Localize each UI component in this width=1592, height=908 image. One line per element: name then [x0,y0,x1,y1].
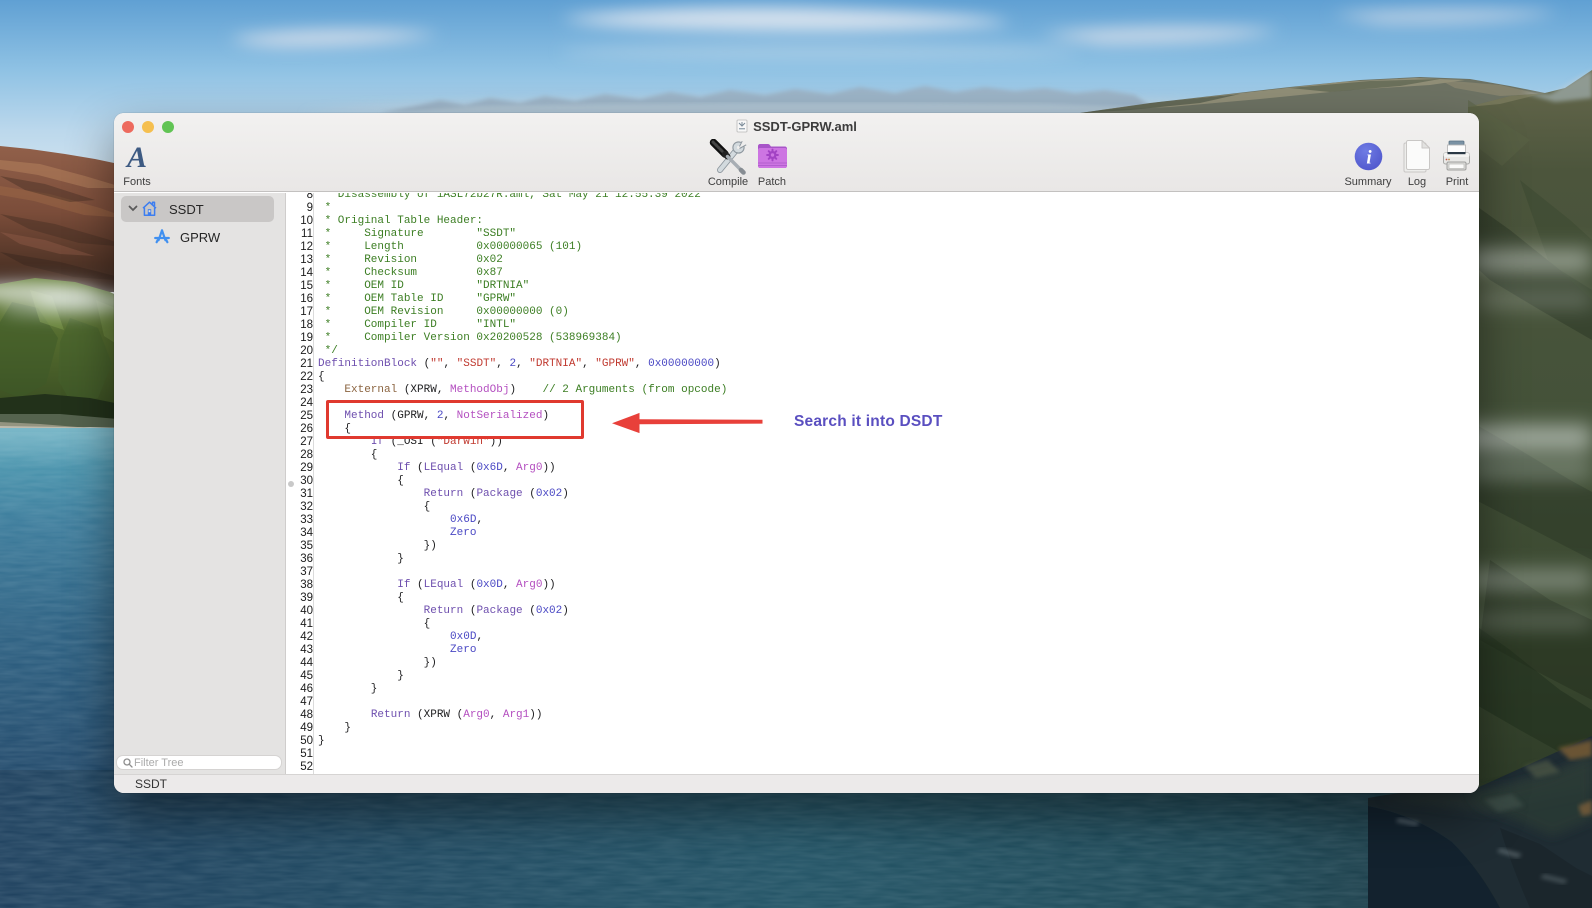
svg-text:i: i [1366,148,1372,169]
